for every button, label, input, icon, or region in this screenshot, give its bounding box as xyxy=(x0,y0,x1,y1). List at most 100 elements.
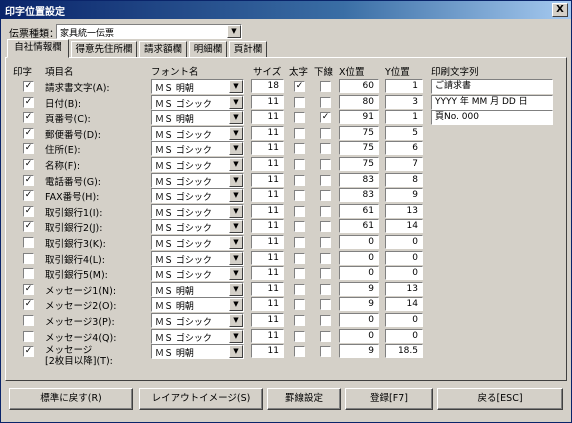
print-checkbox[interactable]: ✓ xyxy=(23,221,34,232)
underline-checkbox[interactable] xyxy=(320,159,331,170)
size-input[interactable]: 11 xyxy=(251,313,284,327)
print-checkbox[interactable] xyxy=(23,237,34,248)
tab-billing-amount[interactable]: 請求額欄 xyxy=(139,41,187,58)
size-input[interactable]: 18 xyxy=(251,79,284,93)
bold-checkbox[interactable] xyxy=(294,284,305,295)
underline-checkbox[interactable] xyxy=(320,346,331,357)
bold-checkbox[interactable] xyxy=(294,175,305,186)
y-position-input[interactable]: 13 xyxy=(385,204,423,218)
x-position-input[interactable]: 75 xyxy=(339,126,379,140)
size-input[interactable]: 11 xyxy=(251,173,284,187)
y-position-input[interactable]: 9 xyxy=(385,188,423,202)
underline-checkbox[interactable] xyxy=(320,268,331,279)
x-position-input[interactable]: 0 xyxy=(339,266,379,280)
font-select[interactable]: ＭＳ ゴシック ▼ xyxy=(151,141,244,156)
font-select[interactable]: ＭＳ ゴシック ▼ xyxy=(151,173,244,188)
y-position-input[interactable]: 13 xyxy=(385,282,423,296)
print-checkbox[interactable] xyxy=(23,268,34,279)
y-position-input[interactable]: 0 xyxy=(385,266,423,280)
x-position-input[interactable]: 9 xyxy=(339,297,379,311)
reset-default-button[interactable]: 標準に戻す(R) xyxy=(9,388,133,410)
y-position-input[interactable]: 0 xyxy=(385,313,423,327)
size-input[interactable]: 11 xyxy=(251,344,284,358)
print-checkbox[interactable]: ✓ xyxy=(23,128,34,139)
bold-checkbox[interactable] xyxy=(294,237,305,248)
underline-checkbox[interactable] xyxy=(320,299,331,310)
font-select[interactable]: ＭＳ ゴシック ▼ xyxy=(151,219,244,234)
underline-checkbox[interactable] xyxy=(320,190,331,201)
x-position-input[interactable]: 0 xyxy=(339,313,379,327)
font-select[interactable]: ＭＳ 明朝 ▼ xyxy=(151,297,244,312)
underline-checkbox[interactable] xyxy=(320,284,331,295)
x-position-input[interactable]: 60 xyxy=(339,79,379,93)
size-input[interactable]: 11 xyxy=(251,219,284,233)
font-select[interactable]: ＭＳ 明朝 ▼ xyxy=(151,282,244,297)
print-checkbox[interactable]: ✓ xyxy=(23,112,34,123)
size-input[interactable]: 11 xyxy=(251,235,284,249)
x-position-input[interactable]: 0 xyxy=(339,329,379,343)
print-text-input[interactable]: 頁No. 000 xyxy=(431,110,553,125)
print-checkbox[interactable]: ✓ xyxy=(23,81,34,92)
x-position-input[interactable]: 0 xyxy=(339,235,379,249)
bold-checkbox[interactable] xyxy=(294,299,305,310)
print-checkbox[interactable]: ✓ xyxy=(23,175,34,186)
y-position-input[interactable]: 3 xyxy=(385,95,423,109)
font-select[interactable]: ＭＳ ゴシック ▼ xyxy=(151,251,244,266)
denpyo-type-select[interactable]: 家具統一伝票 ▼ xyxy=(56,24,242,39)
font-select[interactable]: ＭＳ ゴシック ▼ xyxy=(151,204,244,219)
y-position-input[interactable]: 5 xyxy=(385,126,423,140)
bold-checkbox[interactable] xyxy=(294,268,305,279)
underline-checkbox[interactable] xyxy=(320,97,331,108)
font-select[interactable]: ＭＳ 明朝 ▼ xyxy=(151,79,244,94)
tab-details[interactable]: 明細欄 xyxy=(189,41,227,58)
font-select[interactable]: ＭＳ ゴシック ▼ xyxy=(151,266,244,281)
size-input[interactable]: 11 xyxy=(251,110,284,124)
y-position-input[interactable]: 6 xyxy=(385,141,423,155)
font-select[interactable]: ＭＳ ゴシック ▼ xyxy=(151,157,244,172)
bold-checkbox[interactable] xyxy=(294,128,305,139)
x-position-input[interactable]: 61 xyxy=(339,219,379,233)
x-position-input[interactable]: 61 xyxy=(339,204,379,218)
ruled-line-settings-button[interactable]: 罫線設定 xyxy=(267,388,341,410)
register-button[interactable]: 登録[F7] xyxy=(345,388,433,410)
font-select[interactable]: ＭＳ ゴシック ▼ xyxy=(151,95,244,110)
y-position-input[interactable]: 0 xyxy=(385,235,423,249)
print-text-input[interactable]: ご請求書 xyxy=(431,79,553,94)
size-input[interactable]: 11 xyxy=(251,282,284,296)
bold-checkbox[interactable] xyxy=(294,346,305,357)
size-input[interactable]: 11 xyxy=(251,141,284,155)
x-position-input[interactable]: 80 xyxy=(339,95,379,109)
y-position-input[interactable]: 1 xyxy=(385,110,423,124)
font-select[interactable]: ＭＳ ゴシック ▼ xyxy=(151,126,244,141)
size-input[interactable]: 11 xyxy=(251,95,284,109)
size-input[interactable]: 11 xyxy=(251,157,284,171)
x-position-input[interactable]: 9 xyxy=(339,282,379,296)
font-select[interactable]: ＭＳ ゴシック ▼ xyxy=(151,313,244,328)
font-select[interactable]: ＭＳ ゴシック ▼ xyxy=(151,188,244,203)
underline-checkbox[interactable] xyxy=(320,331,331,342)
x-position-input[interactable]: 83 xyxy=(339,173,379,187)
bold-checkbox[interactable] xyxy=(294,112,305,123)
x-position-input[interactable]: 9 xyxy=(339,344,379,358)
size-input[interactable]: 11 xyxy=(251,329,284,343)
y-position-input[interactable]: 0 xyxy=(385,329,423,343)
y-position-input[interactable]: 0 xyxy=(385,251,423,265)
size-input[interactable]: 11 xyxy=(251,251,284,265)
bold-checkbox[interactable] xyxy=(294,190,305,201)
x-position-input[interactable]: 91 xyxy=(339,110,379,124)
y-position-input[interactable]: 1 xyxy=(385,79,423,93)
print-checkbox[interactable]: ✓ xyxy=(23,143,34,154)
font-select[interactable]: ＭＳ ゴシック ▼ xyxy=(151,235,244,250)
y-position-input[interactable]: 8 xyxy=(385,173,423,187)
font-select[interactable]: ＭＳ 明朝 ▼ xyxy=(151,344,244,359)
underline-checkbox[interactable] xyxy=(320,143,331,154)
size-input[interactable]: 11 xyxy=(251,188,284,202)
underline-checkbox[interactable]: ✓ xyxy=(320,112,331,123)
underline-checkbox[interactable] xyxy=(320,237,331,248)
underline-checkbox[interactable] xyxy=(320,253,331,264)
bold-checkbox[interactable] xyxy=(294,331,305,342)
y-position-input[interactable]: 7 xyxy=(385,157,423,171)
y-position-input[interactable]: 18.5 xyxy=(385,344,423,358)
layout-image-button[interactable]: レイアウトイメージ(S) xyxy=(139,388,263,410)
print-checkbox[interactable]: ✓ xyxy=(23,190,34,201)
